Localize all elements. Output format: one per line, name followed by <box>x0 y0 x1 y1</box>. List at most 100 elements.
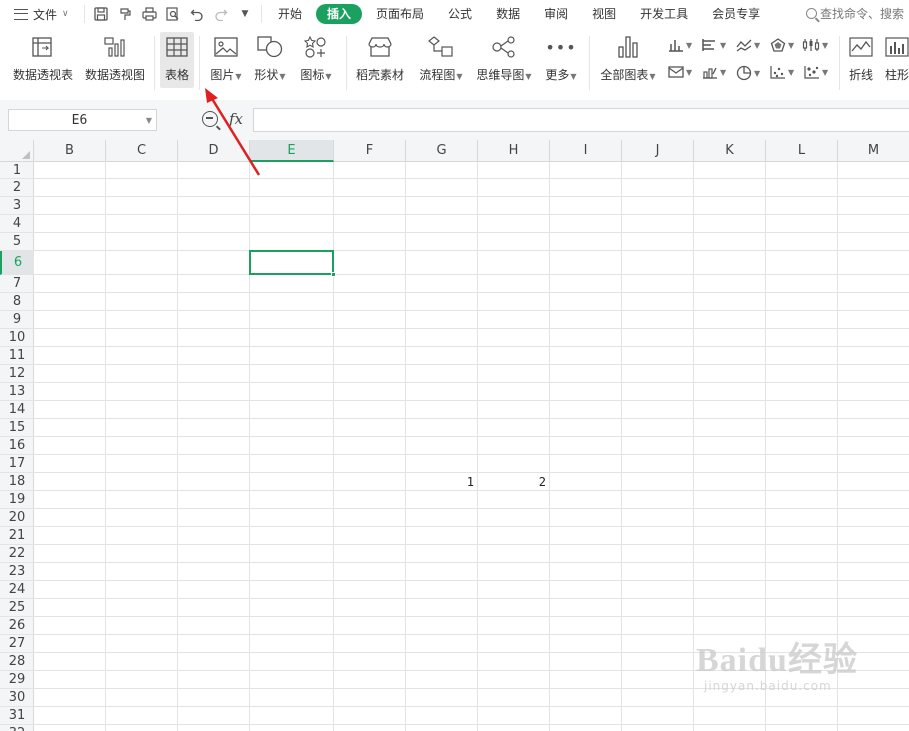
column-header-k[interactable]: K <box>694 140 766 162</box>
row-header-9[interactable]: 9 <box>0 311 34 329</box>
row-header-11[interactable]: 11 <box>0 347 34 365</box>
bar-chart-icon <box>669 40 683 52</box>
row-header-26[interactable]: 26 <box>0 617 34 635</box>
row-header-24[interactable]: 24 <box>0 581 34 599</box>
all-charts-button[interactable]: 全部图表▼ <box>598 32 658 88</box>
formula-input[interactable] <box>253 108 909 132</box>
row-header-23[interactable]: 23 <box>0 563 34 581</box>
line-chart-dropdown[interactable]: ▼ <box>736 38 760 52</box>
tab-developer[interactable]: 开发工具 <box>630 4 698 24</box>
column-header-l[interactable]: L <box>766 140 838 162</box>
sparkline-line-button[interactable]: 折线 <box>844 32 878 88</box>
row-header-16[interactable]: 16 <box>0 437 34 455</box>
flowchart-button[interactable]: 流程图▼ <box>416 32 466 88</box>
gridline-horizontal <box>34 310 909 311</box>
tab-view[interactable]: 视图 <box>582 4 626 24</box>
customize-toolbar-icon[interactable]: ▼ <box>237 6 253 22</box>
cell-g18[interactable]: 1 <box>406 473 474 491</box>
shape-button[interactable]: 形状▼ <box>250 32 290 88</box>
tab-home[interactable]: 开始 <box>268 4 312 24</box>
cell-h18[interactable]: 2 <box>478 473 546 491</box>
column-header-i[interactable]: I <box>550 140 622 162</box>
pivot-table-button[interactable]: 数据透视表 <box>10 32 76 88</box>
combo-chart-dropdown[interactable]: ▼ <box>702 65 726 79</box>
scatter-chart-dropdown[interactable]: ▼ <box>770 65 794 79</box>
column-header-j[interactable]: J <box>622 140 694 162</box>
column-header-h[interactable]: H <box>478 140 550 162</box>
dot-chart-dropdown[interactable]: ▼ <box>804 65 828 79</box>
tab-insert[interactable]: 插入 <box>316 4 363 24</box>
bar-chart-dropdown[interactable]: ▼ <box>702 38 726 52</box>
format-painter-icon[interactable] <box>117 6 133 22</box>
select-all-corner[interactable] <box>0 140 34 162</box>
column-header-f[interactable]: F <box>334 140 406 162</box>
row-header-14[interactable]: 14 <box>0 401 34 419</box>
row-header-27[interactable]: 27 <box>0 635 34 653</box>
row-header-32[interactable]: 32 <box>0 725 34 731</box>
row-header-17[interactable]: 17 <box>0 455 34 473</box>
row-header-15[interactable]: 15 <box>0 419 34 437</box>
icon-button[interactable]: 图标▼ <box>296 32 336 88</box>
row-header-19[interactable]: 19 <box>0 491 34 509</box>
table-button[interactable]: 表格 <box>160 32 194 88</box>
undo-icon[interactable] <box>189 6 205 22</box>
shop-icon <box>367 32 393 62</box>
ribbon-separator <box>346 36 347 90</box>
pivot-chart-button[interactable]: 数据透视图 <box>82 32 148 88</box>
mindmap-button[interactable]: 思维导图▼ <box>474 32 534 88</box>
row-header-29[interactable]: 29 <box>0 671 34 689</box>
tab-data[interactable]: 数据 <box>486 4 530 24</box>
tab-formulas[interactable]: 公式 <box>438 4 482 24</box>
row-header-5[interactable]: 5 <box>0 233 34 251</box>
radar-chart-dropdown[interactable]: ▼ <box>770 38 794 52</box>
file-menu[interactable]: 文件 ∨ <box>0 6 84 23</box>
column-header-g[interactable]: G <box>406 140 478 162</box>
save-icon[interactable] <box>93 6 109 22</box>
row-header-30[interactable]: 30 <box>0 689 34 707</box>
chevron-down-icon[interactable]: ▼ <box>142 116 156 125</box>
print-preview-icon[interactable] <box>165 6 181 22</box>
tab-page-layout[interactable]: 页面布局 <box>366 4 434 24</box>
column-header-c[interactable]: C <box>106 140 178 162</box>
row-header-25[interactable]: 25 <box>0 599 34 617</box>
row-header-1[interactable]: 1 <box>0 162 34 179</box>
column-header-m[interactable]: M <box>838 140 909 162</box>
more-button[interactable]: ••• 更多▼ <box>542 32 580 88</box>
column-header-d[interactable]: D <box>178 140 250 162</box>
sparkline-column-button[interactable]: 柱形 <box>880 32 909 88</box>
row-header-10[interactable]: 10 <box>0 329 34 347</box>
active-cell[interactable] <box>249 250 336 277</box>
row-header-6[interactable]: 6 <box>0 251 34 275</box>
row-header-21[interactable]: 21 <box>0 527 34 545</box>
pie-chart-dropdown[interactable]: ▼ <box>736 65 760 81</box>
row-header-22[interactable]: 22 <box>0 545 34 563</box>
row-header-28[interactable]: 28 <box>0 653 34 671</box>
dropdown-caret-icon: ▼ <box>525 72 532 81</box>
row-header-8[interactable]: 8 <box>0 293 34 311</box>
row-header-31[interactable]: 31 <box>0 707 34 725</box>
row-header-20[interactable]: 20 <box>0 509 34 527</box>
redo-icon[interactable] <box>213 6 229 22</box>
fill-handle[interactable] <box>331 272 336 277</box>
map-chart-dropdown[interactable]: ▼ <box>668 65 692 79</box>
picture-button[interactable]: 图片▼ <box>206 32 246 88</box>
row-header-18[interactable]: 18 <box>0 473 34 491</box>
stock-chart-dropdown[interactable]: ▼ <box>802 38 828 52</box>
docer-material-button[interactable]: 稻壳素材 <box>352 32 408 88</box>
row-header-4[interactable]: 4 <box>0 215 34 233</box>
row-header-3[interactable]: 3 <box>0 197 34 215</box>
row-header-12[interactable]: 12 <box>0 365 34 383</box>
tab-review[interactable]: 审阅 <box>534 4 578 24</box>
command-search[interactable]: 查找命令、搜索 <box>806 5 904 22</box>
fx-icon[interactable]: fx <box>229 110 243 128</box>
name-box[interactable]: E6 ▼ <box>8 109 157 131</box>
zoom-out-icon[interactable] <box>202 111 218 127</box>
row-header-7[interactable]: 7 <box>0 275 34 293</box>
row-header-2[interactable]: 2 <box>0 179 34 197</box>
print-icon[interactable] <box>141 6 157 22</box>
tab-member[interactable]: 会员专享 <box>702 4 770 24</box>
column-header-e[interactable]: E <box>250 140 334 162</box>
column-header-b[interactable]: B <box>34 140 106 162</box>
column-chart-dropdown[interactable]: ▼ <box>668 38 692 52</box>
row-header-13[interactable]: 13 <box>0 383 34 401</box>
